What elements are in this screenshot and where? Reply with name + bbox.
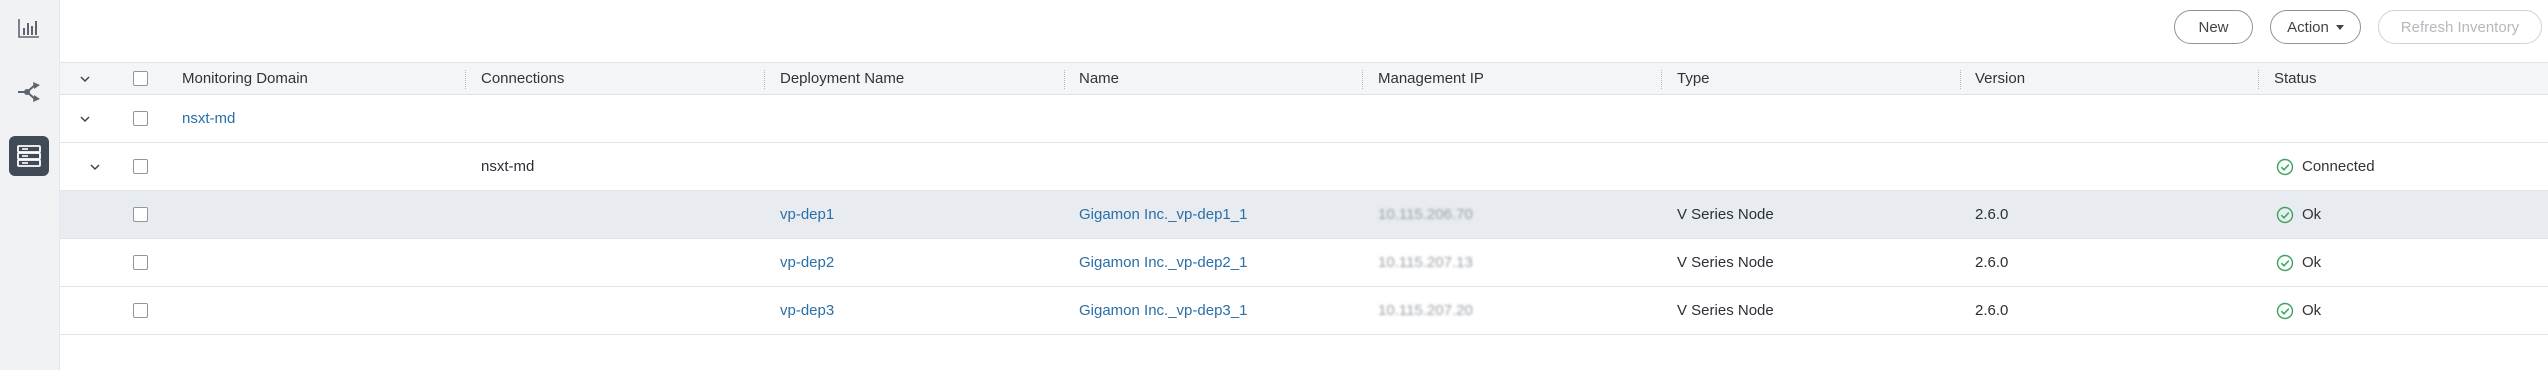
row-checkbox-cell[interactable] bbox=[133, 95, 148, 142]
node-status: Ok bbox=[2276, 287, 2321, 334]
row-checkbox-cell[interactable] bbox=[133, 143, 148, 190]
chevron-down-icon bbox=[80, 75, 90, 82]
column-divider[interactable] bbox=[1661, 70, 1662, 89]
node-type: V Series Node bbox=[1677, 254, 1774, 271]
expand-connection-toggle[interactable] bbox=[90, 143, 100, 190]
new-button[interactable]: New bbox=[2174, 10, 2253, 44]
select-all-checkbox[interactable] bbox=[133, 71, 148, 86]
node-status-label: Ok bbox=[2302, 254, 2322, 271]
table-row-connection[interactable]: nsxt-md Connected bbox=[60, 143, 2548, 191]
row-checkbox-cell[interactable] bbox=[133, 239, 148, 286]
node-name-link[interactable]: Gigamon Inc._vp-dep2_1 bbox=[1079, 239, 1247, 286]
connection-status-label: Connected bbox=[2302, 158, 2375, 175]
deployment-name-link[interactable]: vp-dep3 bbox=[780, 287, 834, 334]
action-button-label: Action bbox=[2287, 18, 2329, 36]
node-type: V Series Node bbox=[1677, 302, 1774, 319]
inventory-table: Monitoring Domain Connections Deployment… bbox=[60, 62, 2548, 335]
select-all-checkbox-cell[interactable] bbox=[133, 63, 148, 94]
inventory-icon bbox=[17, 145, 41, 167]
management-ip: 10.115.207.20 bbox=[1378, 302, 1473, 319]
column-header-name[interactable]: Name bbox=[1079, 63, 1119, 94]
table-row-domain[interactable]: nsxt-md bbox=[60, 95, 2548, 143]
row-checkbox[interactable] bbox=[133, 207, 148, 222]
connection-name: nsxt-md bbox=[481, 158, 535, 175]
deployment-name-link[interactable]: vp-dep1 bbox=[780, 191, 834, 238]
row-checkbox-cell[interactable] bbox=[133, 191, 148, 238]
column-header-version[interactable]: Version bbox=[1975, 63, 2025, 94]
refresh-inventory-label: Refresh Inventory bbox=[2400, 18, 2520, 36]
deployment-name-link[interactable]: vp-dep2 bbox=[780, 239, 834, 286]
column-divider[interactable] bbox=[1362, 70, 1363, 89]
action-button[interactable]: Action bbox=[2270, 10, 2361, 44]
column-divider[interactable] bbox=[465, 70, 466, 89]
table-row[interactable]: vp-dep1 Gigamon Inc._vp-dep1_1 10.115.20… bbox=[60, 191, 2548, 239]
sidebar-item-topology[interactable] bbox=[9, 72, 49, 112]
table-row[interactable]: vp-dep3 Gigamon Inc._vp-dep3_1 10.115.20… bbox=[60, 287, 2548, 335]
column-header-connections[interactable]: Connections bbox=[481, 63, 564, 94]
toolbar: New Action Refresh Inventory bbox=[60, 0, 2548, 62]
node-status-label: Ok bbox=[2302, 206, 2322, 223]
row-checkbox[interactable] bbox=[133, 255, 148, 270]
node-version: 2.6.0 bbox=[1975, 254, 2009, 271]
left-sidebar bbox=[0, 0, 60, 370]
check-circle-icon bbox=[2276, 206, 2294, 223]
topology-icon bbox=[18, 82, 40, 102]
expand-all-toggle[interactable] bbox=[80, 63, 90, 94]
column-header-management-ip[interactable]: Management IP bbox=[1378, 63, 1484, 94]
table-header: Monitoring Domain Connections Deployment… bbox=[60, 62, 2548, 95]
node-type: V Series Node bbox=[1677, 206, 1774, 223]
check-circle-icon bbox=[2276, 254, 2294, 271]
node-status: Ok bbox=[2276, 191, 2321, 238]
monitoring-domain-link[interactable]: nsxt-md bbox=[182, 95, 235, 142]
column-divider[interactable] bbox=[2258, 70, 2259, 89]
refresh-inventory-button[interactable]: Refresh Inventory bbox=[2378, 10, 2542, 44]
expand-domain-toggle[interactable] bbox=[80, 95, 90, 142]
column-header-monitoring-domain[interactable]: Monitoring Domain bbox=[182, 63, 308, 94]
management-ip: 10.115.207.13 bbox=[1378, 254, 1473, 271]
node-version: 2.6.0 bbox=[1975, 302, 2009, 319]
column-divider[interactable] bbox=[1064, 70, 1065, 89]
chevron-down-icon bbox=[80, 115, 90, 122]
node-status: Ok bbox=[2276, 239, 2321, 286]
table-row[interactable]: vp-dep2 Gigamon Inc._vp-dep2_1 10.115.20… bbox=[60, 239, 2548, 287]
column-divider[interactable] bbox=[1960, 70, 1961, 89]
node-status-label: Ok bbox=[2302, 302, 2322, 319]
sidebar-item-inventory[interactable] bbox=[9, 136, 49, 176]
node-name-link[interactable]: Gigamon Inc._vp-dep3_1 bbox=[1079, 287, 1247, 334]
row-checkbox[interactable] bbox=[133, 111, 148, 126]
column-header-status[interactable]: Status bbox=[2274, 63, 2317, 94]
check-circle-icon bbox=[2276, 158, 2294, 175]
column-divider[interactable] bbox=[764, 70, 765, 89]
new-button-label: New bbox=[2198, 18, 2229, 36]
management-ip: 10.115.206.70 bbox=[1378, 206, 1473, 223]
node-name-link[interactable]: Gigamon Inc._vp-dep1_1 bbox=[1079, 191, 1247, 238]
chart-icon bbox=[18, 19, 39, 38]
connection-status: Connected bbox=[2276, 143, 2375, 190]
node-version: 2.6.0 bbox=[1975, 206, 2009, 223]
row-checkbox-cell[interactable] bbox=[133, 287, 148, 334]
row-checkbox[interactable] bbox=[133, 303, 148, 318]
row-checkbox[interactable] bbox=[133, 159, 148, 174]
chevron-down-icon bbox=[90, 163, 100, 170]
caret-down-icon bbox=[2335, 24, 2344, 30]
sidebar-item-analytics[interactable] bbox=[9, 8, 49, 48]
column-header-type[interactable]: Type bbox=[1677, 63, 1710, 94]
check-circle-icon bbox=[2276, 302, 2294, 319]
column-header-deployment-name[interactable]: Deployment Name bbox=[780, 63, 904, 94]
